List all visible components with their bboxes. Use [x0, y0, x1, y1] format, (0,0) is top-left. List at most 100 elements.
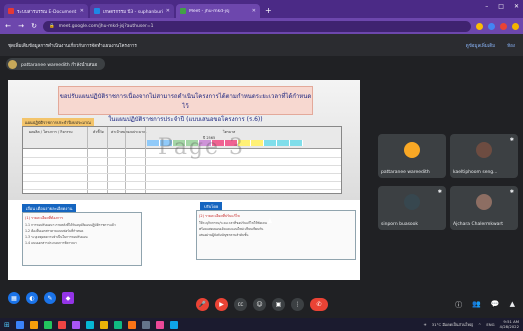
note-line: 1.1 การขอปรับแผนฯ ภายหลังที่ได้รับอนุมัต…: [25, 223, 116, 227]
browser-tab[interactable]: เกษตรกรรม ปี3 - suphanburi.thai... ✕: [90, 4, 174, 18]
month-cell: [277, 140, 290, 146]
tab-favicon-icon: [180, 8, 186, 14]
taskbar-app-icon[interactable]: [85, 320, 94, 329]
taskbar-app-icon[interactable]: [15, 320, 24, 329]
participant-avatar: [404, 194, 420, 210]
slide-toolbar: ▦ ◐ ✎ ◆: [8, 292, 74, 304]
left-note-heading: (1) รายละเอียดที่ต้องการ: [25, 216, 63, 220]
forward-icon[interactable]: →: [17, 22, 25, 30]
column-divider: [125, 127, 126, 193]
profile-avatar-icon[interactable]: [512, 22, 519, 30]
participant-avatar: [476, 194, 492, 210]
tab-close-icon[interactable]: ✕: [80, 8, 84, 14]
participant-name: sinporn buasook: [381, 222, 419, 227]
system-tray: ☀ 31°C มีแดดเป็นส่วนใหญ่ ^ ENG 9:51 AM 4…: [423, 319, 519, 329]
taskbar-app-icon[interactable]: [57, 320, 66, 329]
shape-tool-icon[interactable]: ◆: [62, 292, 74, 304]
theme-tool-icon[interactable]: ◐: [26, 292, 38, 304]
end-call-icon[interactable]: ✆: [310, 298, 328, 311]
presenter-avatar: [8, 59, 17, 69]
pen-tool-icon[interactable]: ✎: [44, 292, 56, 304]
captions-icon[interactable]: CC: [234, 298, 247, 311]
note-line: 1.2 ต้องยื่นเอกสารตามแบบฟอร์มที่กำหนด: [25, 229, 84, 233]
new-tab-button[interactable]: +: [265, 6, 272, 15]
meeting-info-icon[interactable]: ⓘ: [455, 300, 462, 310]
right-note-heading: (2) รายละเอียดที่ปรับแก้ไข: [199, 214, 240, 218]
left-note-box: (1) รายละเอียดที่ต้องการ 1.1 การขอปรับแผ…: [22, 212, 142, 266]
slide-bottom-section: เลื่อน เดือนรายละเอียดงาน (1) รายละเอียด…: [8, 200, 360, 280]
presenter-label: pattaranee wareedith กำลังนำเสนอ: [21, 62, 98, 68]
taskbar: ⊞ ☀ 31°C มีแดดเป็นส่วนใหญ่ ^ ENG 9:51 AM…: [0, 318, 523, 331]
taskbar-app-icon[interactable]: [71, 320, 80, 329]
mouse-cursor-icon: [268, 218, 272, 223]
extension-icon[interactable]: [488, 22, 495, 30]
extension-icon[interactable]: [476, 22, 483, 30]
meeting-side-controls: ⓘ 👥 💬 ▲: [455, 300, 515, 310]
browser-tab-active[interactable]: Meet - jhu-mkd-jsj ✕: [176, 4, 260, 18]
room-link[interactable]: ห้อง: [507, 42, 515, 49]
back-icon[interactable]: ←: [4, 22, 12, 30]
header-cell: ตัวชี้วัด: [93, 130, 104, 134]
layout-tool-icon[interactable]: ▦: [8, 292, 20, 304]
tab-close-icon[interactable]: ✕: [166, 8, 170, 14]
taskbar-app-icon[interactable]: [155, 320, 164, 329]
weather-text: 31°C มีแดดเป็นส่วนใหญ่: [431, 321, 474, 327]
taskbar-app-icon[interactable]: [141, 320, 150, 329]
month-cell: [251, 140, 264, 146]
participant-avatar: [404, 142, 420, 158]
taskbar-app-icon[interactable]: [29, 320, 38, 329]
more-info-link[interactable]: ดูข้อมูลเพิ่มเติม: [466, 42, 495, 49]
header-cell: ค่าเป้าหมาย: [111, 130, 130, 134]
people-icon[interactable]: 👥: [472, 300, 481, 310]
taskbar-app-icon[interactable]: [169, 320, 178, 329]
camera-icon[interactable]: ▶: [215, 298, 228, 311]
taskbar-app-icon[interactable]: [127, 320, 136, 329]
table-row: [23, 165, 341, 166]
clock-date: 4/28/2022: [499, 323, 519, 329]
url-field[interactable]: 🔒 meet.google.com/jhu-mkd-jsj?authuser=1: [43, 20, 471, 32]
month-cell: [290, 140, 303, 146]
table-row: [23, 181, 341, 182]
start-icon[interactable]: ⊞: [4, 321, 10, 329]
close-window-icon[interactable]: ✕: [514, 3, 519, 10]
mic-off-icon: ✱: [437, 189, 442, 195]
tab-close-icon[interactable]: ✕: [252, 8, 256, 14]
microphone-icon[interactable]: 🎤: [196, 298, 209, 311]
more-options-icon[interactable]: ⋮: [291, 298, 304, 311]
table-row: [23, 173, 341, 174]
participant-tile[interactable]: ✱ Ajchara Chalermkwart: [450, 186, 518, 230]
taskbar-app-icon[interactable]: [113, 320, 122, 329]
browser-tab[interactable]: ระบบสารบรรณ E-Document Syst... ✕: [4, 4, 88, 18]
participant-tile[interactable]: pattaranee wareedith: [378, 134, 446, 178]
emoji-icon[interactable]: ☺: [253, 298, 266, 311]
tray-chevron-icon[interactable]: ^: [478, 322, 481, 327]
column-divider: [107, 127, 108, 193]
shared-screen: ขอปรับแผนปฏิบัติราชการเนื่องจากไม่สามารถ…: [8, 80, 360, 280]
language-indicator[interactable]: ENG: [486, 322, 494, 327]
mic-off-icon: ✱: [509, 189, 514, 195]
participant-avatar: [476, 142, 492, 158]
chat-icon[interactable]: 💬: [491, 300, 500, 310]
activities-icon[interactable]: ▲: [510, 300, 515, 310]
reload-icon[interactable]: ↻: [30, 22, 38, 30]
extension-icon[interactable]: [500, 22, 507, 30]
minimize-icon[interactable]: –: [485, 3, 488, 10]
meet-header-links: ดูข้อมูลเพิ่มเติม ห้อง: [466, 42, 515, 49]
screen-root: ระบบสารบรรณ E-Document Syst... ✕ เกษตรกร…: [0, 0, 523, 331]
maximize-icon[interactable]: □: [498, 3, 504, 10]
participant-tile[interactable]: ✱ sinporn buasook: [378, 186, 446, 230]
taskbar-app-icon[interactable]: [43, 320, 52, 329]
note-line: ให้ระบุกิจกรรม/ระยะเวลาที่ขอปรับแก้ไขให้…: [199, 221, 267, 225]
note-line: พร้อมแสดงแผนเดิมและแผนใหม่เปรียบเทียบกัน: [199, 227, 264, 231]
weather-icon[interactable]: ☀: [423, 322, 426, 327]
meeting-title: ชุดเพิ่มเติมข้อมูลการดำเนินงานเกี่ยวกับก…: [8, 43, 137, 49]
presenter-chip[interactable]: pattaranee wareedith กำลังนำเสนอ: [6, 58, 106, 70]
taskbar-app-icon[interactable]: [99, 320, 108, 329]
note-line: 1.4 แนบเอกสารประกอบการพิจารณา: [25, 241, 77, 245]
page-watermark: Page 3: [158, 135, 246, 160]
header-cell: งบประมาณ: [129, 130, 147, 134]
present-screen-icon[interactable]: ▣: [272, 298, 285, 311]
clock[interactable]: 9:51 AM 4/28/2022: [499, 319, 519, 329]
participant-tile[interactable]: ✱ kaeltiphoom seng...: [450, 134, 518, 178]
tab-title: ระบบสารบรรณ E-Document Syst...: [17, 9, 77, 15]
